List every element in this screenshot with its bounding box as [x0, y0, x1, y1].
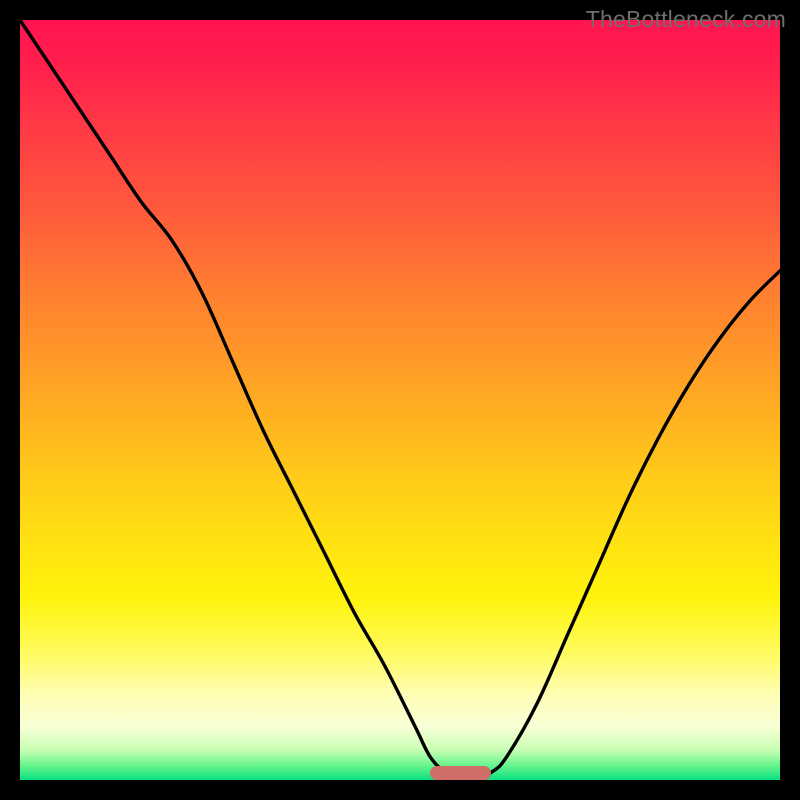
plot-area [20, 20, 780, 780]
chart-frame: TheBottleneck.com [0, 0, 800, 800]
watermark-text: TheBottleneck.com [586, 6, 786, 33]
curve-svg [20, 20, 780, 780]
bottleneck-curve [20, 20, 780, 780]
optimal-range-marker [430, 766, 491, 780]
